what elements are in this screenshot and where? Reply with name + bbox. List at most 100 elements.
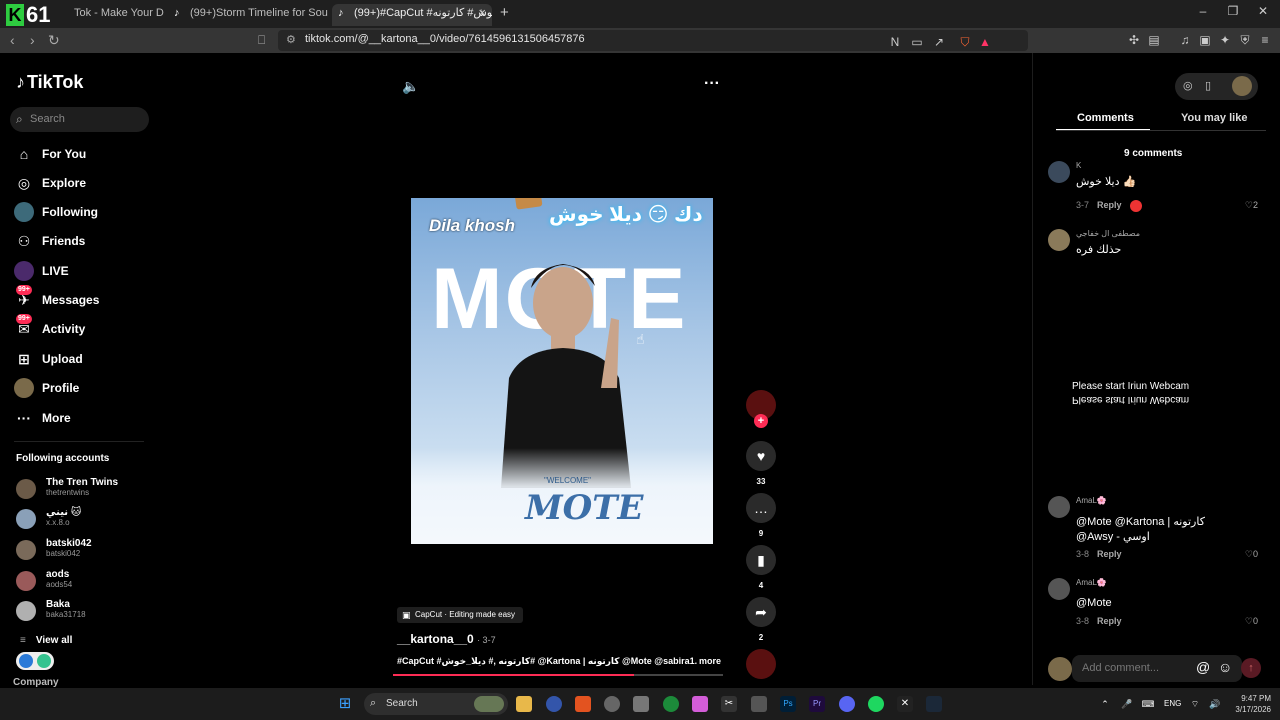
avatar[interactable] bbox=[1048, 229, 1070, 251]
account-item[interactable]: Baka baka31718 bbox=[16, 599, 146, 627]
account-item[interactable]: The Tren Twins thetrentwins bbox=[16, 477, 146, 505]
brave-rewards-icon[interactable]: ▲ bbox=[978, 35, 992, 49]
browser-icon[interactable] bbox=[546, 696, 562, 712]
reply-button[interactable]: Reply bbox=[1097, 200, 1122, 210]
like-button[interactable]: ♥ 33 bbox=[746, 441, 776, 486]
tab-comments[interactable]: Comments bbox=[1077, 112, 1134, 124]
volume-icon[interactable]: 🔈 bbox=[402, 78, 419, 95]
nav-live[interactable]: LIVE bbox=[14, 259, 154, 283]
xbox-icon[interactable] bbox=[663, 696, 679, 712]
nav-following[interactable]: Following bbox=[14, 200, 154, 224]
add-comment-input[interactable]: Add comment... @ ☺ bbox=[1072, 655, 1242, 682]
file-explorer-icon[interactable] bbox=[516, 696, 532, 712]
tab-you-may-like[interactable]: You may like bbox=[1181, 112, 1247, 124]
floating-widget[interactable] bbox=[16, 652, 54, 670]
comment-user[interactable]: K bbox=[1076, 161, 1081, 170]
close-icon[interactable]: × bbox=[478, 4, 486, 22]
caption-more-link[interactable]: more bbox=[699, 656, 721, 666]
save-button[interactable]: ▮ 4 bbox=[746, 545, 776, 590]
emoji-icon[interactable]: ☺ bbox=[1218, 659, 1232, 675]
browser-tab-active[interactable]: ♪ (99+)#CapCut #ديلا_خوش# كارتونه × bbox=[332, 4, 492, 26]
avatar[interactable] bbox=[1048, 161, 1070, 183]
reply-button[interactable]: Reply bbox=[1097, 549, 1122, 559]
browser-tab[interactable]: ♪ (99+)Storm Timeline for South Texas bbox=[168, 4, 328, 26]
heart-outline-icon[interactable]: ♡ bbox=[1245, 200, 1253, 210]
tray-expand-icon[interactable]: ⌃ bbox=[1097, 696, 1113, 712]
nav-for-you[interactable]: ⌂ For You bbox=[14, 142, 154, 166]
close-window-icon[interactable]: ✕ bbox=[1248, 4, 1278, 18]
vpn-icon[interactable]: ⛨ bbox=[1238, 33, 1252, 47]
follow-plus-icon[interactable]: + bbox=[754, 414, 768, 428]
reply-button[interactable]: Reply bbox=[1097, 616, 1122, 626]
new-tab-icon[interactable]: + bbox=[500, 4, 509, 21]
phone-icon[interactable]: ▯ bbox=[1205, 79, 1211, 92]
calculator-icon[interactable] bbox=[751, 696, 767, 712]
view-all-link[interactable]: ≡ View all bbox=[20, 635, 72, 646]
comment-user[interactable]: AmaL🌸 bbox=[1076, 496, 1107, 505]
video-player[interactable]: Dila khosh دك 😏 ديلا خوش MOTE "WELCOME" … bbox=[411, 198, 713, 544]
media-icon[interactable]: ♫ bbox=[1178, 33, 1192, 47]
avatar[interactable] bbox=[1048, 578, 1070, 600]
system-clock[interactable]: 9:47 PM 3/17/2026 bbox=[1227, 693, 1271, 715]
tiktok-logo[interactable]: ♪ TikTok bbox=[16, 72, 83, 93]
video-author[interactable]: __kartona__0 · 3-7 bbox=[397, 632, 496, 646]
language-indicator[interactable]: ENG bbox=[1164, 699, 1181, 708]
creator-avatar[interactable]: + bbox=[746, 390, 776, 428]
forward-icon[interactable]: › bbox=[30, 32, 35, 48]
account-item[interactable]: batski042 batski042 bbox=[16, 538, 146, 566]
app-icon[interactable] bbox=[633, 696, 649, 712]
nav-more[interactable]: ··· More bbox=[14, 406, 154, 430]
microphone-icon[interactable]: 🎤 bbox=[1119, 696, 1135, 712]
post-comment-button[interactable]: ↑ bbox=[1241, 658, 1261, 678]
reader-icon[interactable]: N bbox=[888, 35, 902, 49]
mention-icon[interactable]: @ bbox=[1196, 659, 1210, 675]
capcut-app-icon[interactable]: ✕ bbox=[897, 696, 913, 712]
leo-ai-icon[interactable]: ✦ bbox=[1218, 33, 1232, 47]
photos-icon[interactable] bbox=[692, 696, 708, 712]
nav-friends[interactable]: ⚇ Friends bbox=[14, 229, 154, 253]
minimize-icon[interactable]: – bbox=[1188, 4, 1218, 18]
share-button[interactable]: ➦ 2 bbox=[746, 597, 776, 642]
capcut-icon[interactable]: ✂ bbox=[721, 696, 737, 712]
account-item[interactable]: aods aods54 bbox=[16, 569, 146, 597]
menu-icon[interactable]: ≡ bbox=[1258, 33, 1272, 47]
restore-icon[interactable]: ❐ bbox=[1218, 4, 1248, 18]
search-input[interactable]: ⌕ Search bbox=[10, 107, 149, 132]
cast-icon[interactable]: ▭ bbox=[910, 35, 924, 49]
keyboard-icon[interactable]: ⌨ bbox=[1140, 696, 1156, 712]
photoshop-icon[interactable]: Ps bbox=[780, 696, 796, 712]
windows-start-icon[interactable]: ⊞ bbox=[337, 696, 353, 712]
bookmark-icon[interactable]: ⎕ bbox=[258, 33, 265, 48]
chrome-icon[interactable] bbox=[604, 696, 620, 712]
nav-upload[interactable]: ⊞ Upload bbox=[14, 347, 154, 371]
account-item[interactable]: نيني 🐱 x.x.8.o bbox=[16, 507, 146, 535]
extensions-icon[interactable]: ✣ bbox=[1127, 33, 1141, 47]
profile-avatar[interactable] bbox=[1232, 76, 1252, 96]
compass-icon[interactable]: ◎ bbox=[1183, 79, 1193, 92]
comment-button[interactable]: … 9 bbox=[746, 493, 776, 538]
steam-icon[interactable] bbox=[926, 696, 942, 712]
premiere-icon[interactable]: Pr bbox=[809, 696, 825, 712]
reload-icon[interactable]: ↻ bbox=[48, 32, 60, 49]
site-info-icon[interactable]: ⚙ bbox=[286, 33, 296, 46]
more-options-icon[interactable]: ··· bbox=[704, 75, 720, 93]
brave-icon[interactable] bbox=[575, 696, 591, 712]
share-icon[interactable]: ↗ bbox=[932, 35, 946, 49]
comment-user[interactable]: مصطفى ال خفاجي bbox=[1076, 229, 1140, 238]
capcut-tag[interactable]: ▣ CapCut · Editing made easy bbox=[397, 607, 524, 623]
company-link[interactable]: Company bbox=[13, 677, 59, 688]
video-progress-bar[interactable] bbox=[393, 674, 723, 676]
taskbar-search[interactable]: ⌕ Search bbox=[364, 693, 508, 715]
heart-outline-icon[interactable]: ♡ bbox=[1245, 549, 1253, 559]
wifi-icon[interactable]: ⌔ bbox=[1187, 696, 1203, 712]
browser-tab[interactable]: Tok - Make Your Day bbox=[52, 4, 164, 26]
volume-icon[interactable]: 🔊 bbox=[1207, 696, 1223, 712]
back-icon[interactable]: ‹ bbox=[10, 32, 15, 48]
nav-messages[interactable]: ✈ 99+ Messages bbox=[14, 285, 154, 312]
nav-profile[interactable]: Profile bbox=[14, 376, 154, 400]
spotify-icon[interactable] bbox=[868, 696, 884, 712]
brave-shield-icon[interactable]: ⛉ bbox=[958, 35, 972, 49]
url-field[interactable]: ⚙ tiktok.com/@__kartona__0/video/7614596… bbox=[278, 30, 1028, 51]
nav-explore[interactable]: ◎ Explore bbox=[14, 171, 154, 195]
sound-disc[interactable] bbox=[746, 649, 776, 679]
